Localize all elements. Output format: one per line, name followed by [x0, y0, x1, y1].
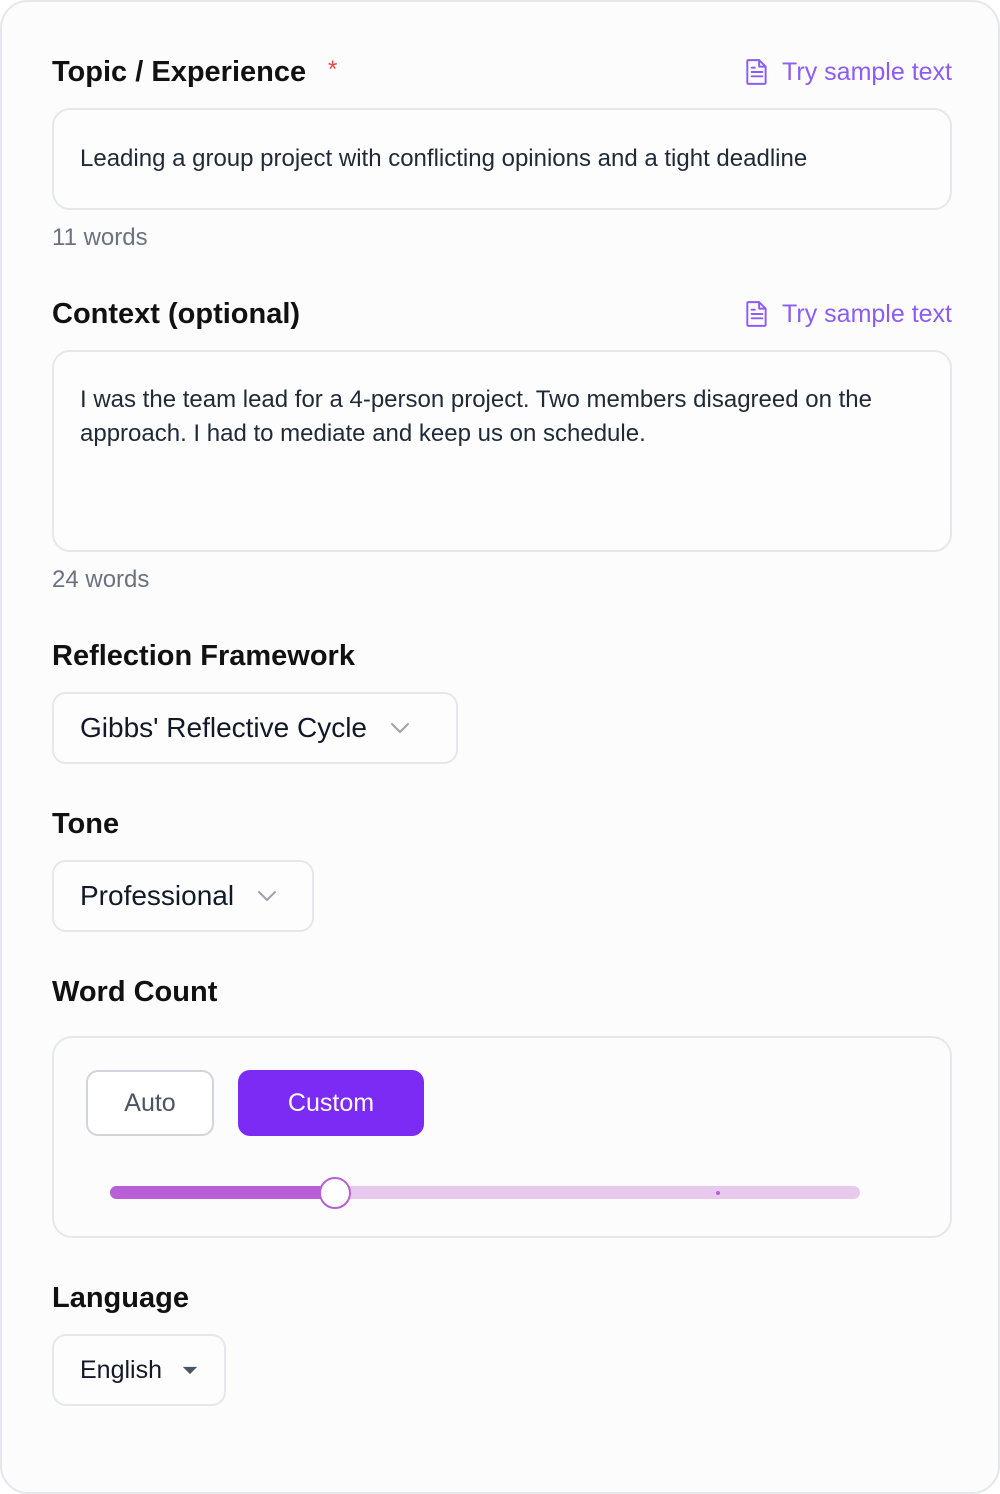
try-sample-text-label: Try sample text	[782, 300, 952, 328]
caret-down-icon	[182, 1366, 198, 1374]
tone-select[interactable]: Professional	[52, 860, 314, 932]
context-textarea[interactable]: I was the team lead for a 4-person proje…	[52, 350, 952, 552]
context-label: Context (optional)	[52, 298, 301, 330]
required-marker: *	[328, 56, 338, 83]
document-icon	[746, 301, 767, 327]
try-sample-text-label: Try sample text	[782, 58, 952, 86]
language-label: Language	[52, 1282, 189, 1314]
topic-label: Topic / Experience	[52, 56, 307, 88]
slider-fill	[110, 1186, 335, 1199]
context-try-sample-link[interactable]: Try sample text	[744, 294, 952, 334]
topic-input[interactable]: Leading a group project with conflicting…	[52, 108, 952, 210]
word-count-panel: Auto Custom	[52, 1036, 952, 1238]
chevron-down-icon	[258, 891, 277, 901]
slider-marker	[715, 1191, 720, 1195]
document-icon	[746, 59, 767, 85]
topic-word-count: 11 words	[52, 224, 148, 251]
slider-thumb[interactable]	[319, 1177, 351, 1209]
custom-button[interactable]: Custom	[238, 1070, 424, 1136]
topic-header: Topic / Experience * Try sample text	[52, 52, 952, 92]
framework-select[interactable]: Gibbs' Reflective Cycle	[52, 692, 458, 764]
tone-selected-value: Professional	[80, 880, 235, 911]
context-textarea-value: I was the team lead for a 4-person proje…	[80, 386, 872, 447]
word-count-slider[interactable]	[110, 1177, 860, 1209]
word-count-label: Word Count	[52, 976, 218, 1008]
framework-selected-value: Gibbs' Reflective Cycle	[80, 712, 367, 743]
topic-input-value: Leading a group project with conflicting…	[80, 145, 808, 172]
context-header: Context (optional) Try sample text	[52, 294, 952, 334]
chevron-down-icon	[391, 723, 409, 733]
tone-label: Tone	[52, 808, 120, 840]
language-selected-value: English	[80, 1355, 162, 1384]
language-select[interactable]: English	[52, 1334, 226, 1406]
framework-label: Reflection Framework	[52, 640, 355, 672]
topic-try-sample-link[interactable]: Try sample text	[744, 52, 952, 92]
context-word-count: 24 words	[52, 566, 150, 593]
reflection-form-card: Topic / Experience * Try sample text Lea…	[0, 0, 1000, 1494]
tone-header: Tone	[52, 804, 952, 844]
language-header: Language	[52, 1278, 952, 1318]
auto-button[interactable]: Auto	[86, 1070, 214, 1136]
word-count-header: Word Count	[52, 972, 952, 1012]
framework-header: Reflection Framework	[52, 636, 952, 676]
